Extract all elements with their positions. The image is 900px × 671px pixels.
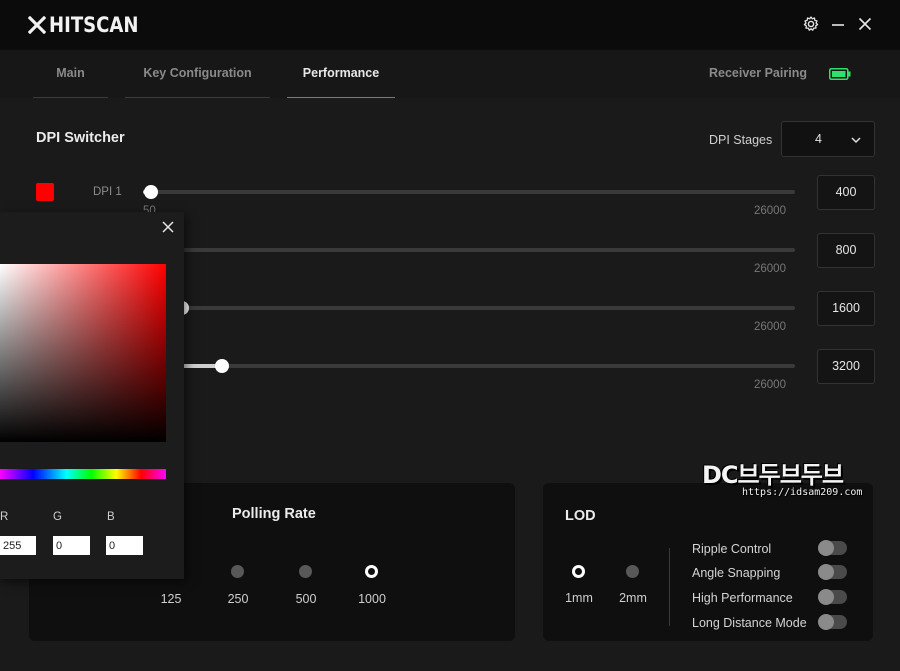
title-bar: HITSCAN [0, 0, 900, 50]
color-picker-popup: r R G B [0, 212, 184, 579]
tab-label: Performance [302, 66, 380, 80]
hitscan-logo-icon [28, 16, 46, 34]
tab-label: Key Configuration [143, 66, 252, 80]
dpi-1-max-label: 26000 [754, 205, 786, 217]
polling-rate-option-label: 1000 [358, 592, 386, 606]
tab-underline [33, 97, 108, 98]
app-logo: HITSCAN [28, 13, 153, 37]
dpi-2-max-label: 26000 [754, 263, 786, 275]
chevron-down-icon [851, 137, 861, 144]
color-saturation-value-area[interactable] [0, 264, 166, 442]
tab-bar: Main Key Configuration Performance Recei… [0, 50, 900, 98]
high-performance-label: High Performance [692, 591, 793, 605]
gear-icon [803, 16, 819, 31]
receiver-pairing-link[interactable]: Receiver Pairing [709, 66, 807, 80]
dpi-stages-value: 4 [815, 132, 822, 146]
dpi-4-slider[interactable] [143, 359, 795, 373]
dpi-1-color-swatch[interactable] [36, 183, 54, 201]
app-title: HITSCAN [49, 13, 139, 37]
green-input[interactable] [53, 536, 90, 555]
tab-performance[interactable]: Performance [287, 50, 395, 98]
lod-radio-2mm[interactable] [626, 565, 639, 578]
close-icon[interactable] [161, 220, 175, 234]
dpi-4-value-input[interactable]: 3200 [817, 349, 875, 384]
settings-button[interactable] [801, 14, 821, 34]
dpi-1-value-input[interactable]: 400 [817, 175, 875, 210]
long-distance-mode-toggle[interactable] [818, 614, 847, 630]
close-button[interactable] [855, 14, 875, 34]
blue-label: B [107, 511, 115, 523]
lod-option-label: 2mm [619, 591, 647, 605]
angle-snapping-toggle[interactable] [818, 564, 847, 580]
dpi-stages-label: DPI Stages [709, 133, 773, 147]
tab-underline [125, 97, 270, 98]
tab-main[interactable]: Main [33, 50, 108, 98]
dpi-1-label: DPI 1 [93, 186, 122, 198]
dpi-3-value-input[interactable]: 1600 [817, 291, 875, 326]
blue-input[interactable] [106, 536, 143, 555]
high-performance-toggle[interactable] [818, 589, 847, 605]
polling-rate-radio-250[interactable] [231, 565, 244, 578]
lod-radio-1mm[interactable] [572, 565, 585, 578]
watermark-logo: DC브두브두브 [702, 461, 844, 489]
lod-option-label: 1mm [565, 591, 593, 605]
polling-rate-option-label: 125 [160, 592, 182, 606]
minimize-button[interactable] [828, 14, 848, 34]
lod-divider [669, 548, 670, 626]
color-hue-slider[interactable] [0, 469, 166, 479]
lod-title: LOD [565, 508, 596, 524]
polling-rate-title: Polling Rate [232, 506, 316, 522]
minimize-icon [832, 24, 844, 26]
tab-key-configuration[interactable]: Key Configuration [125, 50, 270, 98]
dpi-3-max-label: 26000 [754, 321, 786, 333]
dpi-4-slider-handle[interactable] [214, 359, 229, 373]
dpi-3-slider[interactable] [143, 301, 795, 315]
angle-snapping-label: Angle Snapping [692, 566, 781, 580]
dpi-1-slider-handle[interactable] [144, 185, 159, 199]
tab-label: Main [56, 66, 85, 80]
ripple-control-toggle[interactable] [818, 540, 847, 556]
dpi-2-slider[interactable] [143, 243, 795, 257]
dpi-1-slider[interactable] [143, 185, 795, 199]
battery-icon [829, 68, 851, 80]
dpi-switcher-title: DPI Switcher [36, 130, 125, 146]
close-icon [858, 17, 872, 31]
watermark-url: https://idsam209.com [742, 487, 863, 498]
tab-underline [287, 97, 395, 98]
polling-rate-option-label: 500 [295, 592, 317, 606]
red-label: R [0, 511, 9, 523]
red-input[interactable] [0, 536, 36, 555]
ripple-control-label: Ripple Control [692, 542, 772, 556]
dpi-stages-select[interactable]: 4 [781, 121, 875, 157]
green-label: G [53, 511, 62, 523]
polling-rate-option-label: 250 [227, 592, 249, 606]
dpi-2-value-input[interactable]: 800 [817, 233, 875, 268]
long-distance-mode-label: Long Distance Mode [692, 616, 807, 630]
polling-rate-radio-1000[interactable] [365, 565, 378, 578]
dpi-4-max-label: 26000 [754, 379, 786, 391]
polling-rate-radio-500[interactable] [299, 565, 312, 578]
